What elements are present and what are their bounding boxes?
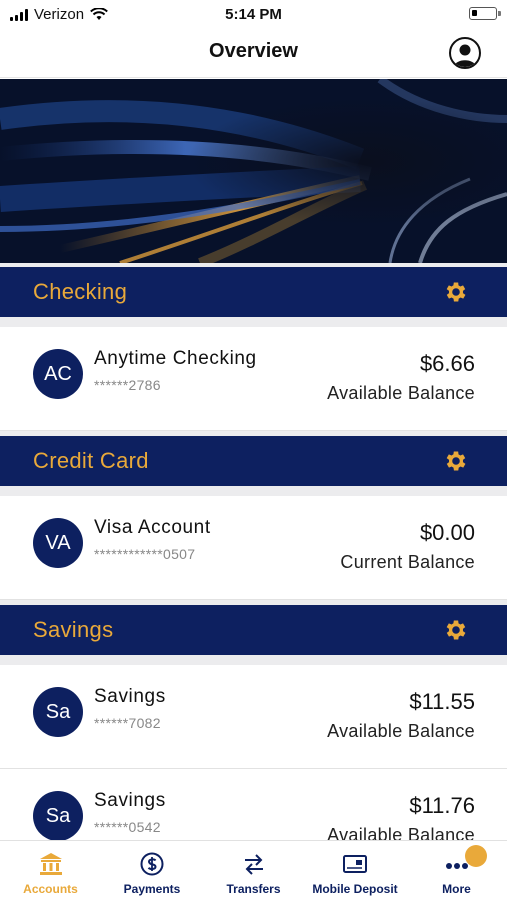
user-profile-icon[interactable]: [449, 37, 481, 69]
transfer-arrows-icon: [244, 854, 263, 875]
tab-label: Transfers: [226, 882, 281, 896]
divider: [0, 317, 507, 327]
account-avatar: VA: [33, 518, 83, 568]
section-title: Savings: [33, 617, 114, 642]
account-balance: $6.66: [419, 351, 475, 376]
tab-label: Payments: [123, 882, 181, 896]
tab-label: Mobile Deposit: [312, 882, 398, 896]
account-name: Savings: [94, 790, 166, 811]
account-row-savings-7082[interactable]: Sa Savings ******7082 $11.55 Available B…: [0, 665, 507, 769]
page-title: Overview: [209, 40, 298, 62]
account-number: ************0507: [94, 546, 196, 562]
account-balance: $11.55: [409, 689, 475, 714]
bank-icon: [39, 853, 62, 875]
tab-transfers[interactable]: Transfers: [203, 841, 304, 900]
section-title: Credit Card: [33, 448, 149, 473]
balance-label: Available Balance: [327, 383, 475, 403]
balance-label: Available Balance: [327, 721, 475, 741]
tab-label: Accounts: [23, 882, 78, 896]
account-avatar: Sa: [33, 791, 83, 841]
tab-payments[interactable]: Payments: [101, 841, 203, 900]
section-title: Checking: [33, 279, 128, 304]
section-header-savings: Savings: [0, 605, 507, 655]
check-deposit-icon: [343, 855, 367, 873]
status-bar: Verizon 5:14 PM: [0, 0, 507, 28]
account-number: ******7082: [94, 715, 161, 731]
account-name: Anytime Checking: [94, 348, 257, 369]
gear-icon[interactable]: [443, 448, 469, 474]
account-row-anytime-checking[interactable]: AC Anytime Checking ******2786 $6.66 Ava…: [0, 327, 507, 431]
account-balance: $0.00: [419, 520, 475, 545]
section-header-checking: Checking: [0, 267, 507, 317]
status-time: 5:14 PM: [225, 6, 282, 23]
bottom-tab-bar: Accounts Payments Transfers Mobile Depos…: [0, 840, 507, 900]
tab-mobile-deposit[interactable]: Mobile Deposit: [304, 841, 406, 900]
account-avatar: Sa: [33, 687, 83, 737]
battery-icon: [469, 7, 501, 20]
account-number: ******2786: [94, 377, 161, 393]
section-header-credit-card: Credit Card: [0, 436, 507, 486]
dollar-cycle-icon: [140, 852, 164, 876]
notification-badge: [465, 845, 487, 867]
tab-more[interactable]: More: [406, 841, 507, 900]
nav-header: Overview: [0, 28, 507, 78]
divider: [0, 486, 507, 496]
tab-label: More: [442, 882, 471, 896]
gear-icon[interactable]: [443, 279, 469, 305]
account-balance: $11.76: [409, 793, 475, 818]
account-row-visa[interactable]: VA Visa Account ************0507 $0.00 C…: [0, 496, 507, 600]
hero-banner-image: [0, 79, 507, 263]
divider: [0, 655, 507, 665]
account-name: Savings: [94, 686, 166, 707]
balance-label: Current Balance: [340, 552, 475, 572]
gear-icon[interactable]: [443, 617, 469, 643]
account-name: Visa Account: [94, 517, 211, 538]
account-avatar: AC: [33, 349, 83, 399]
account-number: ******0542: [94, 819, 161, 835]
tab-accounts[interactable]: Accounts: [0, 841, 101, 900]
